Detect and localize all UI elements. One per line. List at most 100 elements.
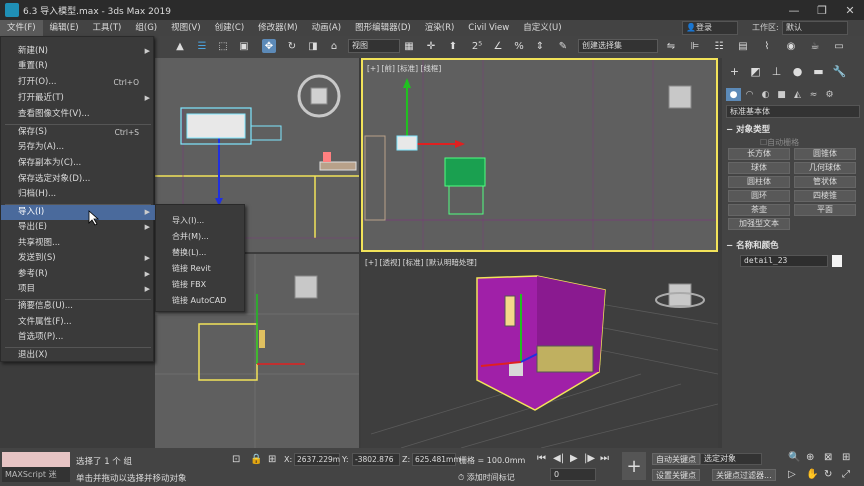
add-time-tag[interactable]: ⏱ 添加时间标记 — [458, 472, 515, 483]
file-menu-item[interactable]: 导出(E) ▶ — [1, 220, 155, 235]
play-icon[interactable]: ▶ — [570, 453, 578, 464]
snaps-toggle-icon[interactable]: 2⁵ — [470, 39, 484, 53]
go-to-end-icon[interactable]: ⏭ — [600, 453, 609, 464]
zoom-extents-icon[interactable]: ⊠ — [824, 452, 832, 463]
sphere-button[interactable]: 球体 — [728, 162, 790, 174]
file-menu-item[interactable]: 摘要信息(U)... — [1, 299, 155, 314]
file-menu-item[interactable]: 参考(R) ▶ — [1, 267, 155, 282]
file-menu-item[interactable]: 共享视图... — [1, 236, 155, 251]
edit-named-sets-icon[interactable]: ✎ — [556, 39, 570, 53]
textplus-button[interactable]: 加强型文本 — [728, 218, 790, 230]
file-menu-item[interactable]: 首选项(P)... — [1, 330, 155, 345]
maximize-viewport-icon[interactable]: ⤢ — [842, 469, 850, 480]
go-to-start-icon[interactable]: ⏮ — [537, 453, 546, 464]
field-of-view-icon[interactable]: ▷ — [788, 469, 796, 480]
geometry-icon[interactable]: ● — [726, 88, 741, 101]
replace-item[interactable]: 替换(L)... — [156, 245, 246, 261]
rect-selection-icon[interactable]: ⬚ — [216, 39, 230, 53]
plane-button[interactable]: 平面 — [794, 204, 856, 216]
display-tab-icon[interactable]: ▬ — [808, 62, 829, 80]
file-menu-item[interactable]: 文件属性(F)... — [1, 315, 155, 330]
menu-tools[interactable]: 工具(T) — [86, 20, 129, 36]
y-coordinate-field[interactable]: -3802.876 — [352, 453, 400, 466]
teapot-button[interactable]: 茶壶 — [728, 204, 790, 216]
zoom-all-icon[interactable]: ⊕ — [806, 452, 814, 463]
isolate-selection-icon[interactable]: ⊡ — [232, 454, 240, 465]
select-by-name-icon[interactable]: ☰ — [195, 39, 209, 53]
pan-icon[interactable]: ✋ — [806, 469, 818, 480]
helpers-icon[interactable]: ◭ — [790, 88, 805, 101]
set-key-button[interactable]: 设置关键点 — [652, 469, 700, 481]
menu-modifiers[interactable]: 修改器(M) — [251, 20, 304, 36]
maxscript-mini-listener[interactable]: MAXScript 迷 — [2, 467, 70, 482]
link-revit-item[interactable]: 链接 Revit — [156, 261, 246, 277]
pivot-center-icon[interactable]: ▦ — [402, 39, 416, 53]
file-menu-item[interactable]: 保存(S) Ctrl+S — [1, 125, 155, 140]
pyramid-button[interactable]: 四棱锥 — [794, 190, 856, 202]
menu-graph-editors[interactable]: 图形编辑器(D) — [348, 20, 418, 36]
select-and-scale-icon[interactable]: ◨ — [306, 39, 320, 53]
cone-button[interactable]: 圆锥体 — [794, 148, 856, 160]
window-crossing-icon[interactable]: ▣ — [237, 39, 251, 53]
x-coordinate-field[interactable]: 2637.229m — [294, 453, 340, 466]
absolute-mode-icon[interactable]: ⊞ — [268, 454, 276, 465]
name-color-rollout[interactable]: − 名称和颜色 — [726, 239, 779, 251]
select-manipulate-icon[interactable]: ✛ — [424, 39, 438, 53]
modify-tab-icon[interactable]: ◩ — [745, 62, 766, 80]
object-color-swatch[interactable] — [832, 255, 842, 267]
next-frame-icon[interactable]: |▶ — [584, 453, 595, 464]
file-menu-item[interactable]: 保存选定对象(D)... — [1, 172, 155, 187]
link-autocad-item[interactable]: 链接 AutoCAD — [156, 293, 246, 309]
menu-rendering[interactable]: 渲染(R) — [418, 20, 462, 36]
minimize-button[interactable]: — — [780, 0, 808, 20]
box-button[interactable]: 长方体 — [728, 148, 790, 160]
menu-civil-view[interactable]: Civil View — [461, 20, 516, 36]
zoom-icon[interactable]: 🔍 — [788, 452, 800, 463]
object-type-rollout[interactable]: − 对象类型 — [726, 123, 770, 135]
file-menu-item[interactable]: 保存副本为(C)... — [1, 156, 155, 171]
merge-item[interactable]: 合并(M)... — [156, 229, 246, 245]
viewport-perspective[interactable]: [+] [透视] [标准] [默认明暗处理] — [361, 254, 718, 448]
maxscript-listener[interactable] — [2, 452, 70, 467]
spacewarps-icon[interactable]: ≈ — [806, 88, 821, 101]
menu-create[interactable]: 创建(C) — [208, 20, 252, 36]
select-and-move-icon[interactable]: ✥ — [262, 39, 276, 53]
cameras-icon[interactable]: ■ — [774, 88, 789, 101]
select-object-icon[interactable]: ▲ — [173, 39, 187, 53]
link-fbx-item[interactable]: 链接 FBX — [156, 277, 246, 293]
menu-animation[interactable]: 动画(A) — [305, 20, 348, 36]
file-menu-item[interactable]: 退出(X) — [1, 348, 155, 363]
material-editor-icon[interactable]: ◉ — [784, 39, 798, 53]
utilities-tab-icon[interactable]: 🔧 — [829, 62, 850, 80]
menu-file[interactable]: 文件(F) — [0, 20, 43, 36]
toggle-ribbon-icon[interactable]: ▤ — [736, 39, 750, 53]
maximize-button[interactable]: ❐ — [808, 0, 836, 20]
mirror-icon[interactable]: ⇋ — [664, 39, 678, 53]
keyboard-shortcut-icon[interactable]: ⬆ — [446, 39, 460, 53]
motion-tab-icon[interactable]: ● — [787, 62, 808, 80]
render-frame-icon[interactable]: ▭ — [832, 39, 846, 53]
angle-snap-icon[interactable]: ∠ — [491, 39, 505, 53]
cylinder-button[interactable]: 圆柱体 — [728, 176, 790, 188]
file-menu-item[interactable]: 归档(H)... — [1, 187, 155, 202]
workspace-select[interactable]: 默认 — [782, 21, 848, 35]
file-menu-item[interactable]: 新建(N) ▶ — [1, 44, 155, 59]
auto-key-button[interactable]: 自动关键点 — [652, 453, 700, 465]
close-button[interactable]: ✕ — [836, 0, 864, 20]
autogrid-checkbox[interactable]: ☐自动栅格 — [760, 137, 799, 148]
hierarchy-tab-icon[interactable]: ⊥ — [766, 62, 787, 80]
render-setup-icon[interactable]: ☕ — [808, 39, 822, 53]
menu-group[interactable]: 组(G) — [128, 20, 164, 36]
object-name-input[interactable]: detail_23 — [740, 255, 828, 267]
file-menu-item[interactable]: 重置(R) — [1, 59, 155, 74]
file-menu-item[interactable]: 打开(O)... Ctrl+O — [1, 75, 155, 90]
systems-icon[interactable]: ⚙ — [822, 88, 837, 101]
z-coordinate-field[interactable]: 625.481mm — [412, 453, 461, 466]
file-menu-item[interactable]: 项目 ▶ — [1, 282, 155, 297]
create-tab-icon[interactable]: + — [724, 62, 745, 80]
geosphere-button[interactable]: 几何球体 — [794, 162, 856, 174]
viewport-front[interactable]: [+] [前] [标准] [线框] — [361, 58, 718, 252]
category-select[interactable]: 标准基本体 — [726, 105, 860, 118]
orbit-icon[interactable]: ↻ — [824, 469, 832, 480]
menu-customize[interactable]: 自定义(U) — [516, 20, 568, 36]
